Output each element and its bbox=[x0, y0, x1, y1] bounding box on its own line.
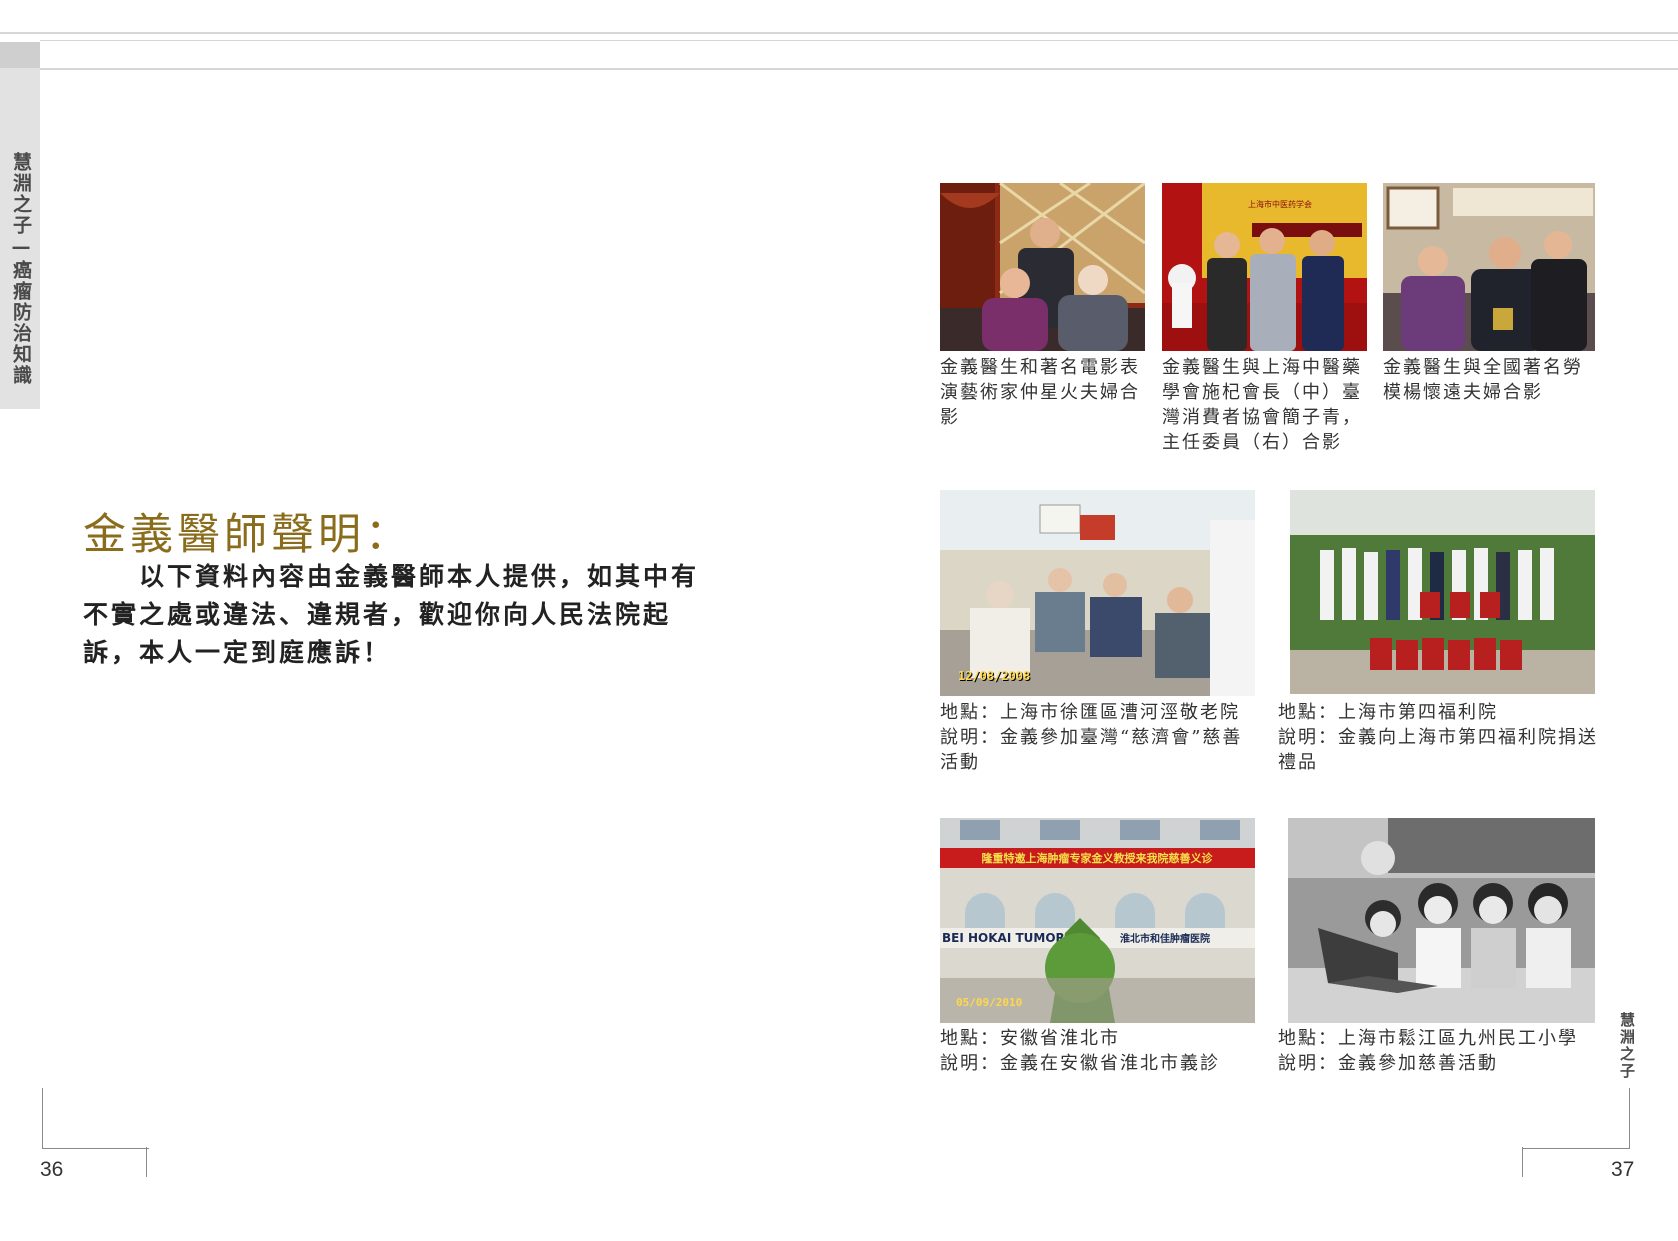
header-rule-bottom bbox=[40, 68, 1678, 70]
page-number-left: 36 bbox=[40, 1158, 64, 1181]
description-text: 說明：金義在安徽省淮北市義診 bbox=[940, 1053, 1220, 1074]
description-text: 說明：金義向上海市第四福利院捐送禮品 bbox=[1278, 727, 1598, 773]
caption-association-president: 金義醫生與上海中醫藥學會施杞會長（中）臺灣消費者協會簡子青，主任委員（右）合影 bbox=[1162, 357, 1362, 453]
location-text: 地點：上海市徐匯區漕河涇敬老院 bbox=[940, 702, 1240, 723]
photo-migrant-school bbox=[1288, 818, 1595, 1023]
location-text: 地點：安徽省淮北市 bbox=[940, 1028, 1120, 1049]
date-stamp: 12/08/2008 bbox=[958, 669, 1030, 683]
photo-model-worker-couple bbox=[1383, 183, 1595, 351]
caption-huaibei: 地點：安徽省淮北市 說明：金義在安徽省淮北市義診 bbox=[940, 1026, 1260, 1076]
photo-huaibei-hospital: 隆重特邀上海肿瘤专家金义教授来我院慈善义诊 BEI HOKAI TUMOR 淮北… bbox=[940, 818, 1255, 1023]
location-text: 地點：上海市第四福利院 bbox=[1278, 702, 1498, 723]
corner-mark-left bbox=[42, 1088, 149, 1149]
date-stamp: 05/09/2010 bbox=[956, 996, 1022, 1009]
statement-text: 以下資料內容由金義醫師本人提供，如其中有不實之處或違法、違規者，歡迎你向人民法院… bbox=[83, 562, 700, 667]
photo-welfare-home bbox=[1290, 490, 1595, 694]
hospital-sign-cn: 淮北市和佳肿瘤医院 bbox=[1120, 932, 1210, 945]
photo-elderly-home: 12/08/2008 bbox=[940, 490, 1255, 696]
caption-welfare-home: 地點：上海市第四福利院 說明：金義向上海市第四福利院捐送禮品 bbox=[1278, 700, 1608, 775]
header-rule-top bbox=[0, 32, 1678, 34]
header-rule-mid bbox=[40, 40, 1678, 41]
description-text: 說明：金義參加臺灣“慈濟會”慈善活動 bbox=[940, 727, 1243, 773]
side-title-right: 慧淵之子 bbox=[1618, 1012, 1636, 1080]
description-text: 說明：金義參加慈善活動 bbox=[1278, 1053, 1498, 1074]
side-title-left: 慧淵之子—癌瘤防治知識 bbox=[10, 152, 32, 386]
caption-model-worker-couple: 金義醫生與全國著名勞模楊懷遠夫婦合影 bbox=[1383, 357, 1583, 403]
caption-elderly-home: 地點：上海市徐匯區漕河涇敬老院 說明：金義參加臺灣“慈濟會”慈善活動 bbox=[940, 700, 1260, 775]
corner-tick-right bbox=[1522, 1147, 1523, 1177]
caption-migrant-school: 地點：上海市鬆江區九州民工小學 說明：金義參加慈善活動 bbox=[1278, 1026, 1608, 1076]
photo-association-president: 上海市中医药学会 bbox=[1162, 183, 1367, 351]
caption-actor-couple: 金義醫生和著名電影表演藝術家仲星火夫婦合影 bbox=[940, 357, 1140, 428]
banner-text: 上海市中医药学会 bbox=[1248, 199, 1312, 209]
page-number-right: 37 bbox=[1611, 1158, 1635, 1181]
side-tab-cap bbox=[0, 42, 40, 68]
hospital-banner-text: 隆重特邀上海肿瘤专家金义教授来我院慈善义诊 bbox=[982, 851, 1214, 865]
corner-tick-left bbox=[146, 1147, 147, 1177]
photo-actor-couple bbox=[940, 183, 1145, 351]
hospital-sign-en: BEI HOKAI TUMOR bbox=[942, 931, 1065, 945]
location-text: 地點：上海市鬆江區九州民工小學 bbox=[1278, 1028, 1578, 1049]
corner-mark-right bbox=[1522, 1088, 1630, 1149]
statement-heading: 金義醫師聲明： bbox=[83, 510, 412, 560]
